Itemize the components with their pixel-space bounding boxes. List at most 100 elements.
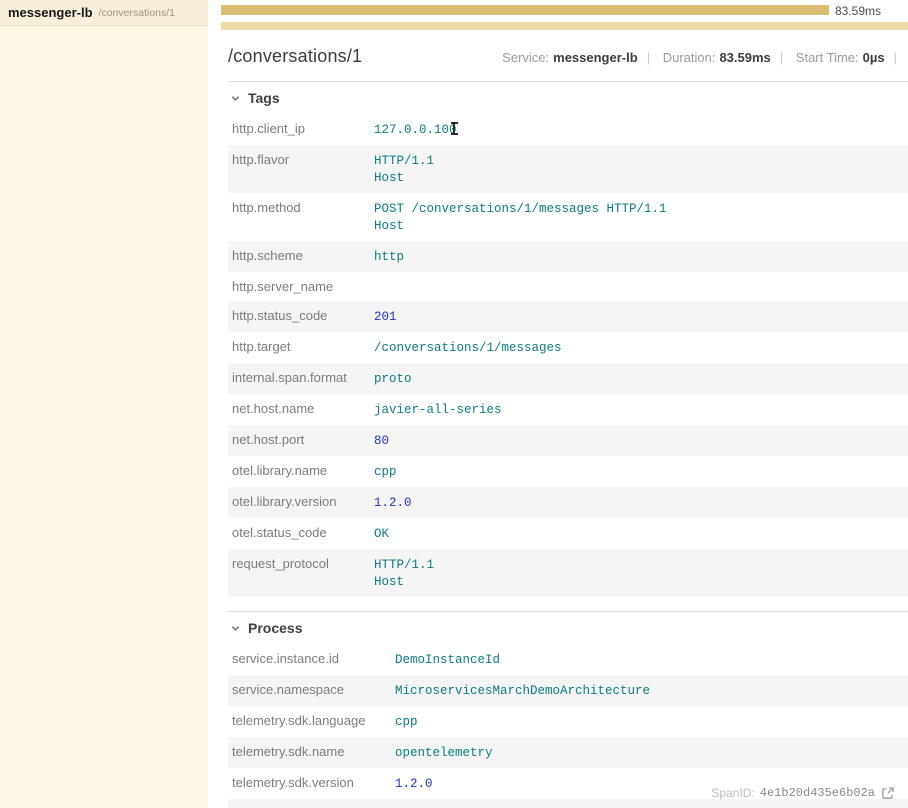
kv-key: http.server_name (232, 279, 374, 294)
meta-label: Service: (502, 50, 549, 65)
kv-value: 127.0.0.100 (374, 123, 457, 137)
span-duration-bar[interactable] (221, 5, 829, 15)
kv-value-cell: 201 (374, 308, 908, 325)
header-meta-item: Duration:83.59ms | (663, 50, 792, 65)
kv-value: MicroservicesMarchDemoArchitecture (395, 684, 650, 698)
process-table: service.instance.id DemoInstanceId servi… (228, 644, 908, 808)
kv-row: http.status_code 201 (228, 301, 908, 332)
kv-row: service.instance.id DemoInstanceId (228, 644, 908, 675)
span-operation-name: /conversations/1 (99, 7, 175, 19)
kv-key: otel.library.name (232, 463, 374, 480)
kv-value: javier-all-series (374, 403, 502, 417)
kv-value: /conversations/1/messages (374, 341, 562, 355)
span-detail-header: /conversations/1 Service: messenger-lb | D… (228, 46, 908, 67)
kv-value-cell: cpp (374, 463, 908, 480)
kv-row: net.host.port 80 (228, 425, 908, 456)
span-detail-left-gutter (0, 26, 208, 808)
kv-key: http.target (232, 339, 374, 356)
kv-key: http.flavor (232, 152, 374, 186)
kv-key: net.host.name (232, 401, 374, 418)
kv-key: service.instance.id (232, 651, 395, 668)
kv-value-cell: HTTP/1.1 Host (374, 152, 908, 186)
kv-value-cell: javier-all-series (374, 401, 908, 418)
tags-table: http.client_ip 127.0.0.100 http.flavor H… (228, 114, 908, 597)
kv-value-cell: 1.2.0 (374, 494, 908, 511)
process-section-title: Process (248, 620, 302, 636)
header-meta-item: Service: messenger-lb | (502, 50, 659, 65)
kv-key: http.method (232, 200, 374, 234)
kv-value: cpp (395, 715, 418, 729)
kv-key: http.client_ip (232, 121, 374, 138)
kv-value: cpp (374, 465, 397, 479)
kv-value: POST /conversations/1/messages HTTP/1.1 … (374, 202, 667, 233)
meta-value: 0µs (863, 50, 885, 65)
kv-row: http.client_ip 127.0.0.100 (228, 114, 908, 145)
kv-key: http.status_code (232, 308, 374, 325)
kv-value: http (374, 250, 404, 264)
spanid-value: 4e1b20d435e6b02a (760, 786, 875, 800)
kv-value-cell: POST /conversations/1/messages HTTP/1.1 … (374, 200, 908, 234)
meta-label: Duration: (663, 50, 716, 65)
process-section-toggle[interactable]: Process (228, 612, 908, 644)
kv-value-cell: /conversations/1/messages (374, 339, 908, 356)
kv-value: proto (374, 372, 412, 386)
kv-value-cell: DemoInstanceId (395, 651, 908, 668)
process-section: Process service.instance.id DemoInstance… (228, 611, 908, 808)
tags-section-title: Tags (248, 90, 280, 106)
kv-value: DemoInstanceId (395, 653, 500, 667)
deep-link-icon[interactable] (881, 786, 895, 800)
kv-value: HTTP/1.1 Host (374, 558, 434, 589)
kv-row: request_protocol HTTP/1.1 Host (228, 549, 908, 597)
kv-key: telemetry.sdk.name (232, 744, 395, 761)
kv-key: request_protocol (232, 556, 374, 590)
kv-key: otel.library.version (232, 494, 374, 511)
kv-value: 1.2.0 (395, 777, 433, 791)
kv-row: telemetry.sdk.language cpp (228, 706, 908, 737)
kv-row: http.server_name (228, 272, 908, 301)
kv-row: net.host.name javier-all-series (228, 394, 908, 425)
meta-separator: | (894, 50, 897, 65)
span-meta: Service:messenger-lb| Duration:83.59ms| … (502, 50, 906, 65)
kv-key: http.scheme (232, 248, 374, 265)
span-detail-accent-bar (221, 22, 908, 30)
kv-row: webengine.name Nginx (228, 799, 908, 808)
spanid-label: SpanID: (711, 786, 754, 800)
kv-value-cell: MicroservicesMarchDemoArchitecture (395, 682, 908, 699)
meta-separator: | (780, 50, 783, 65)
meta-separator: | (647, 50, 650, 65)
kv-row: otel.library.name cpp (228, 456, 908, 487)
meta-value: messenger-lb (553, 50, 638, 65)
meta-label: Start Time: (796, 50, 859, 65)
span-footer: SpanID: 4e1b20d435e6b02a (711, 786, 895, 800)
kv-value-cell: proto (374, 370, 908, 387)
kv-value: OK (374, 527, 389, 541)
kv-row: internal.span.format proto (228, 363, 908, 394)
kv-value: 201 (374, 310, 397, 324)
kv-value-cell: 80 (374, 432, 908, 449)
kv-row: http.flavor HTTP/1.1 Host (228, 145, 908, 193)
span-detail-panel: /conversations/1 Service: messenger-lb | D… (208, 26, 908, 808)
kv-row: otel.library.version 1.2.0 (228, 487, 908, 518)
kv-value: 1.2.0 (374, 496, 412, 510)
kv-value-cell: OK (374, 525, 908, 542)
span-service-name: messenger-lb (8, 5, 93, 20)
kv-value-cell: 127.0.0.100 (374, 121, 908, 138)
kv-value-cell: cpp (395, 713, 908, 730)
span-name-cell[interactable]: messenger-lb /conversations/1 (0, 0, 208, 26)
ibeam-cursor (451, 122, 458, 135)
kv-value-cell: HTTP/1.1 Host (374, 556, 908, 590)
kv-value-cell: opentelemetry (395, 744, 908, 761)
kv-key: internal.span.format (232, 370, 374, 387)
kv-value-cell (374, 279, 908, 294)
kv-key: telemetry.sdk.version (232, 775, 395, 792)
chevron-down-icon (230, 623, 241, 634)
kv-key: telemetry.sdk.language (232, 713, 395, 730)
kv-row: service.namespace MicroservicesMarchDemo… (228, 675, 908, 706)
trace-detail-view: messenger-lb /conversations/1 83.59ms /c… (0, 0, 908, 808)
kv-value: opentelemetry (395, 746, 493, 760)
kv-value: HTTP/1.1 Host (374, 154, 434, 185)
operation-title: /conversations/1 (228, 46, 362, 67)
tags-section-toggle[interactable]: Tags (228, 82, 908, 114)
meta-value: 83.59ms (719, 50, 770, 65)
kv-key: otel.status_code (232, 525, 374, 542)
